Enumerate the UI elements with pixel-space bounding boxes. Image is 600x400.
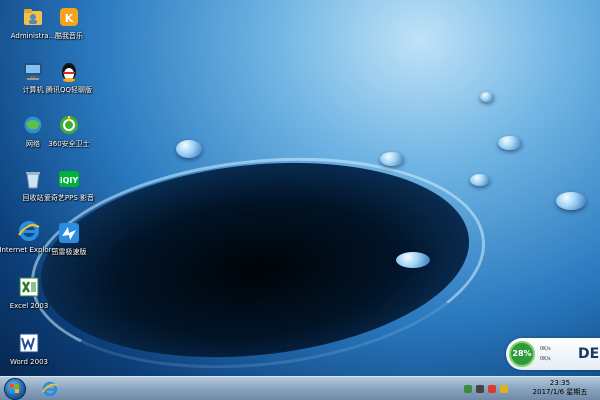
kuwo-music-icon: K [56, 4, 82, 30]
system-tray [464, 382, 508, 396]
volume-icon[interactable] [488, 385, 496, 393]
desktop[interactable]: Administra... 计算机 网络 回收站 Internet Explor… [0, 0, 600, 400]
download-speed: 0K/s [540, 356, 551, 362]
wallpaper-droplet [498, 136, 522, 150]
desktop-icon-iqiyi-pps[interactable]: iQIY 爱奇艺PPS 影音 [36, 166, 102, 203]
iqiyi-icon: iQIY [56, 166, 82, 192]
wallpaper-droplet [176, 140, 202, 158]
taskbar-clock[interactable]: 23:35 2017/1/6 星期五 [530, 379, 590, 397]
desktop-icon-label: 爱奇艺PPS 影音 [43, 194, 95, 202]
network-speed-widget[interactable]: 28% 0K/s 0K/s DE [506, 338, 600, 370]
wallpaper-droplet [396, 252, 430, 268]
360-security-icon [56, 112, 82, 138]
clock-date: 2017/1/6 星期五 [532, 388, 588, 396]
desktop-icon-kuwo-music[interactable]: K 酷我音乐 [36, 4, 102, 41]
svg-text:iQIY: iQIY [60, 176, 79, 185]
word-icon [16, 330, 42, 356]
taskbar: 23:35 2017/1/6 星期五 [0, 376, 600, 400]
desktop-icon-label: 酷我音乐 [55, 32, 83, 40]
ime-icon[interactable] [500, 385, 508, 393]
desktop-icon-360-security[interactable]: 360安全卫士 [36, 112, 102, 149]
wallpaper-droplet [556, 192, 586, 210]
start-button[interactable] [4, 378, 26, 400]
desktop-icon-label: Excel 2003 [9, 302, 49, 310]
qq-penguin-icon [56, 58, 82, 84]
internet-explorer-icon [41, 381, 58, 397]
desktop-icon-label: 360安全卫士 [48, 140, 90, 148]
wallpaper-droplet [480, 92, 494, 102]
windows-logo-icon [10, 384, 19, 393]
desktop-icon-word-2003[interactable]: Word 2003 [0, 330, 62, 367]
widget-brand-text: DE [578, 346, 600, 362]
taskbar-internet-explorer-button[interactable] [40, 379, 60, 399]
clock-time: 23:35 [549, 379, 571, 387]
memory-usage-ring[interactable]: 28% [509, 341, 535, 367]
desktop-icon-qq-light[interactable]: 腾讯QQ轻聊版 [36, 58, 102, 95]
desktop-icon-excel-2003[interactable]: Excel 2003 [0, 274, 62, 311]
wallpaper-droplet [380, 152, 404, 166]
excel-icon [16, 274, 42, 300]
desktop-icon-label: 腾讯QQ轻聊版 [45, 86, 93, 94]
action-center-icon[interactable] [464, 385, 472, 393]
desktop-icon-label: 迅雷极速版 [51, 248, 87, 256]
upload-speed: 0K/s [540, 346, 551, 352]
desktop-icon-xunlei[interactable]: 迅雷极速版 [36, 220, 102, 257]
svg-text:K: K [65, 12, 74, 25]
xunlei-icon [56, 220, 82, 246]
desktop-icon-label: Word 2003 [9, 358, 49, 366]
wallpaper-droplet [470, 174, 490, 186]
network-tray-icon[interactable] [476, 385, 484, 393]
